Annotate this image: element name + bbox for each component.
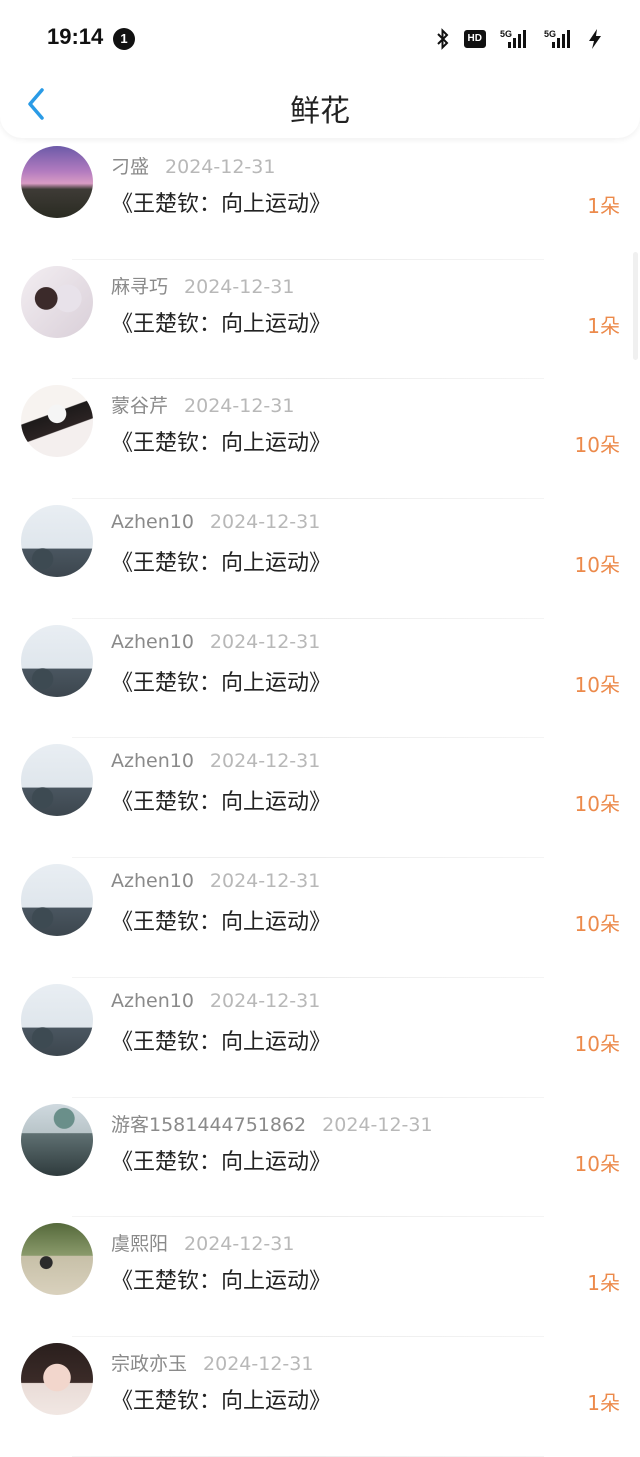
flower-count: 1朵 (587, 1390, 620, 1415)
status-icons: HD 5G 5G (422, 26, 602, 52)
status-time: 19:14 (47, 24, 104, 49)
item-meta: Azhen10 2024-12-31 (111, 511, 320, 533)
user-name: 蒙谷芹 (111, 395, 169, 418)
status-bar: 19:14 1 HD 5G 5G (0, 0, 640, 76)
item-date: 2024-12-31 (209, 630, 321, 653)
user-name: Azhen10 (111, 750, 194, 773)
item-date: 2024-12-31 (184, 395, 295, 418)
user-name: 刁盛 (111, 156, 150, 178)
flower-count: 10朵 (574, 912, 620, 937)
book-title: 《王楚钦：向上运动》 (111, 1029, 332, 1055)
scrollbar[interactable] (633, 252, 638, 360)
item-meta: Azhen10 2024-12-31 (111, 631, 320, 653)
avatar[interactable] (21, 385, 93, 458)
item-date: 2024-12-31 (184, 275, 295, 298)
hd-voice-icon: HD (463, 30, 486, 48)
page-title: 鲜花 (290, 94, 350, 129)
signal-5g-icon-2: 5G (544, 28, 574, 50)
signal-5g-icon: 5G (500, 28, 530, 50)
nav-bar: 鲜花 (0, 76, 640, 138)
list-item[interactable]: 刁盛 2024-12-31 《王楚钦：向上运动》 1朵 (0, 140, 640, 260)
book-title: 《王楚钦：向上运动》 (111, 551, 332, 577)
app-header: 19:14 1 HD 5G 5G 鲜花 (0, 0, 640, 138)
item-meta: 蒙谷芹 2024-12-31 (111, 391, 294, 418)
flower-count: 10朵 (574, 1031, 620, 1056)
item-meta: Azhen10 2024-12-31 (111, 870, 320, 892)
item-date: 2024-12-31 (209, 989, 321, 1012)
item-date: 2024-12-31 (209, 750, 321, 773)
item-date: 2024-12-31 (165, 156, 276, 178)
list-item[interactable]: Azhen10 2024-12-31 《王楚钦：向上运动》 10朵 (0, 619, 640, 739)
book-title: 《王楚钦：向上运动》 (111, 1388, 332, 1414)
flower-count: 10朵 (574, 553, 620, 578)
book-title: 《王楚钦：向上运动》 (111, 311, 332, 337)
avatar[interactable] (21, 624, 93, 697)
book-title: 《王楚钦：向上运动》 (111, 192, 332, 217)
flower-list: 刁盛 2024-12-31 《王楚钦：向上运动》 1朵 麻寻巧 2024-12-31 《王楚… (0, 140, 640, 1457)
avatar[interactable] (21, 864, 93, 937)
item-meta: Azhen10 2024-12-31 (111, 750, 320, 772)
avatar[interactable] (21, 1223, 93, 1296)
user-name: Azhen10 (111, 989, 194, 1012)
flower-count: 1朵 (587, 1271, 620, 1296)
list-item[interactable]: Azhen10 2024-12-31 《王楚钦：向上运动》 10朵 (0, 738, 640, 859)
user-name: Azhen10 (111, 870, 194, 893)
item-meta: 游客1581444751862 2024-12-31 (111, 1110, 433, 1137)
avatar[interactable] (21, 505, 93, 578)
flower-count: 10朵 (574, 672, 620, 697)
row-divider (72, 1455, 544, 1457)
flower-count: 10朵 (574, 1151, 620, 1176)
list-item[interactable]: Azhen10 2024-12-31 《王楚钦：向上运动》 10朵 (0, 499, 640, 619)
charging-icon (588, 28, 602, 50)
item-date: 2024-12-31 (322, 1113, 433, 1136)
user-name: Azhen10 (111, 630, 194, 653)
book-title: 《王楚钦：向上运动》 (111, 431, 332, 457)
flower-count: 1朵 (587, 194, 620, 218)
flower-count: 1朵 (587, 313, 620, 338)
avatar[interactable] (21, 744, 93, 817)
item-date: 2024-12-31 (209, 511, 321, 534)
item-meta: Azhen10 2024-12-31 (111, 990, 320, 1012)
book-title: 《王楚钦：向上运动》 (111, 1149, 332, 1175)
user-name: 麻寻巧 (111, 275, 169, 298)
user-name: Azhen10 (111, 511, 194, 534)
book-title: 《王楚钦：向上运动》 (111, 790, 332, 816)
list-item[interactable]: Azhen10 2024-12-31 《王楚钦：向上运动》 10朵 (0, 978, 640, 1098)
list-item[interactable]: 游客1581444751862 2024-12-31 《王楚钦：向上运动》 10朵 (0, 1098, 640, 1218)
flower-count: 10朵 (574, 433, 620, 458)
book-title: 《王楚钦：向上运动》 (111, 1269, 332, 1295)
item-meta: 宗政亦玉 2024-12-31 (111, 1349, 313, 1376)
notification-badge: 1 (113, 28, 135, 50)
book-title: 《王楚钦：向上运动》 (111, 910, 332, 936)
avatar[interactable] (21, 1342, 93, 1415)
item-date: 2024-12-31 (209, 870, 321, 893)
list-item[interactable]: 麻寻巧 2024-12-31 《王楚钦：向上运动》 1朵 (0, 260, 640, 380)
item-meta: 刁盛 2024-12-31 (111, 152, 275, 179)
list-item[interactable]: 蒙谷芹 2024-12-31 《王楚钦：向上运动》 10朵 (0, 379, 640, 500)
avatar[interactable] (21, 983, 93, 1056)
user-name: 虞熙阳 (111, 1233, 169, 1256)
avatar[interactable] (21, 146, 93, 218)
list-item[interactable]: 宗政亦玉 2024-12-31 《王楚钦：向上运动》 1朵 (0, 1337, 640, 1457)
item-date: 2024-12-31 (203, 1352, 314, 1375)
list-item[interactable]: 虞熙阳 2024-12-31 《王楚钦：向上运动》 1朵 (0, 1217, 640, 1337)
user-name: 宗政亦玉 (111, 1352, 188, 1375)
item-meta: 虞熙阳 2024-12-31 (111, 1229, 294, 1256)
item-date: 2024-12-31 (184, 1233, 295, 1256)
svg-text:5G: 5G (500, 29, 512, 39)
item-meta: 麻寻巧 2024-12-31 (111, 272, 294, 299)
user-name: 游客1581444751862 (111, 1113, 307, 1136)
list-item[interactable]: Azhen10 2024-12-31 《王楚钦：向上运动》 10朵 (0, 858, 640, 978)
flower-count: 10朵 (574, 792, 620, 817)
svg-text:5G: 5G (544, 29, 556, 39)
bluetooth-icon (436, 28, 450, 50)
book-title: 《王楚钦：向上运动》 (111, 670, 332, 696)
avatar[interactable] (21, 265, 93, 338)
avatar[interactable] (21, 1103, 93, 1176)
